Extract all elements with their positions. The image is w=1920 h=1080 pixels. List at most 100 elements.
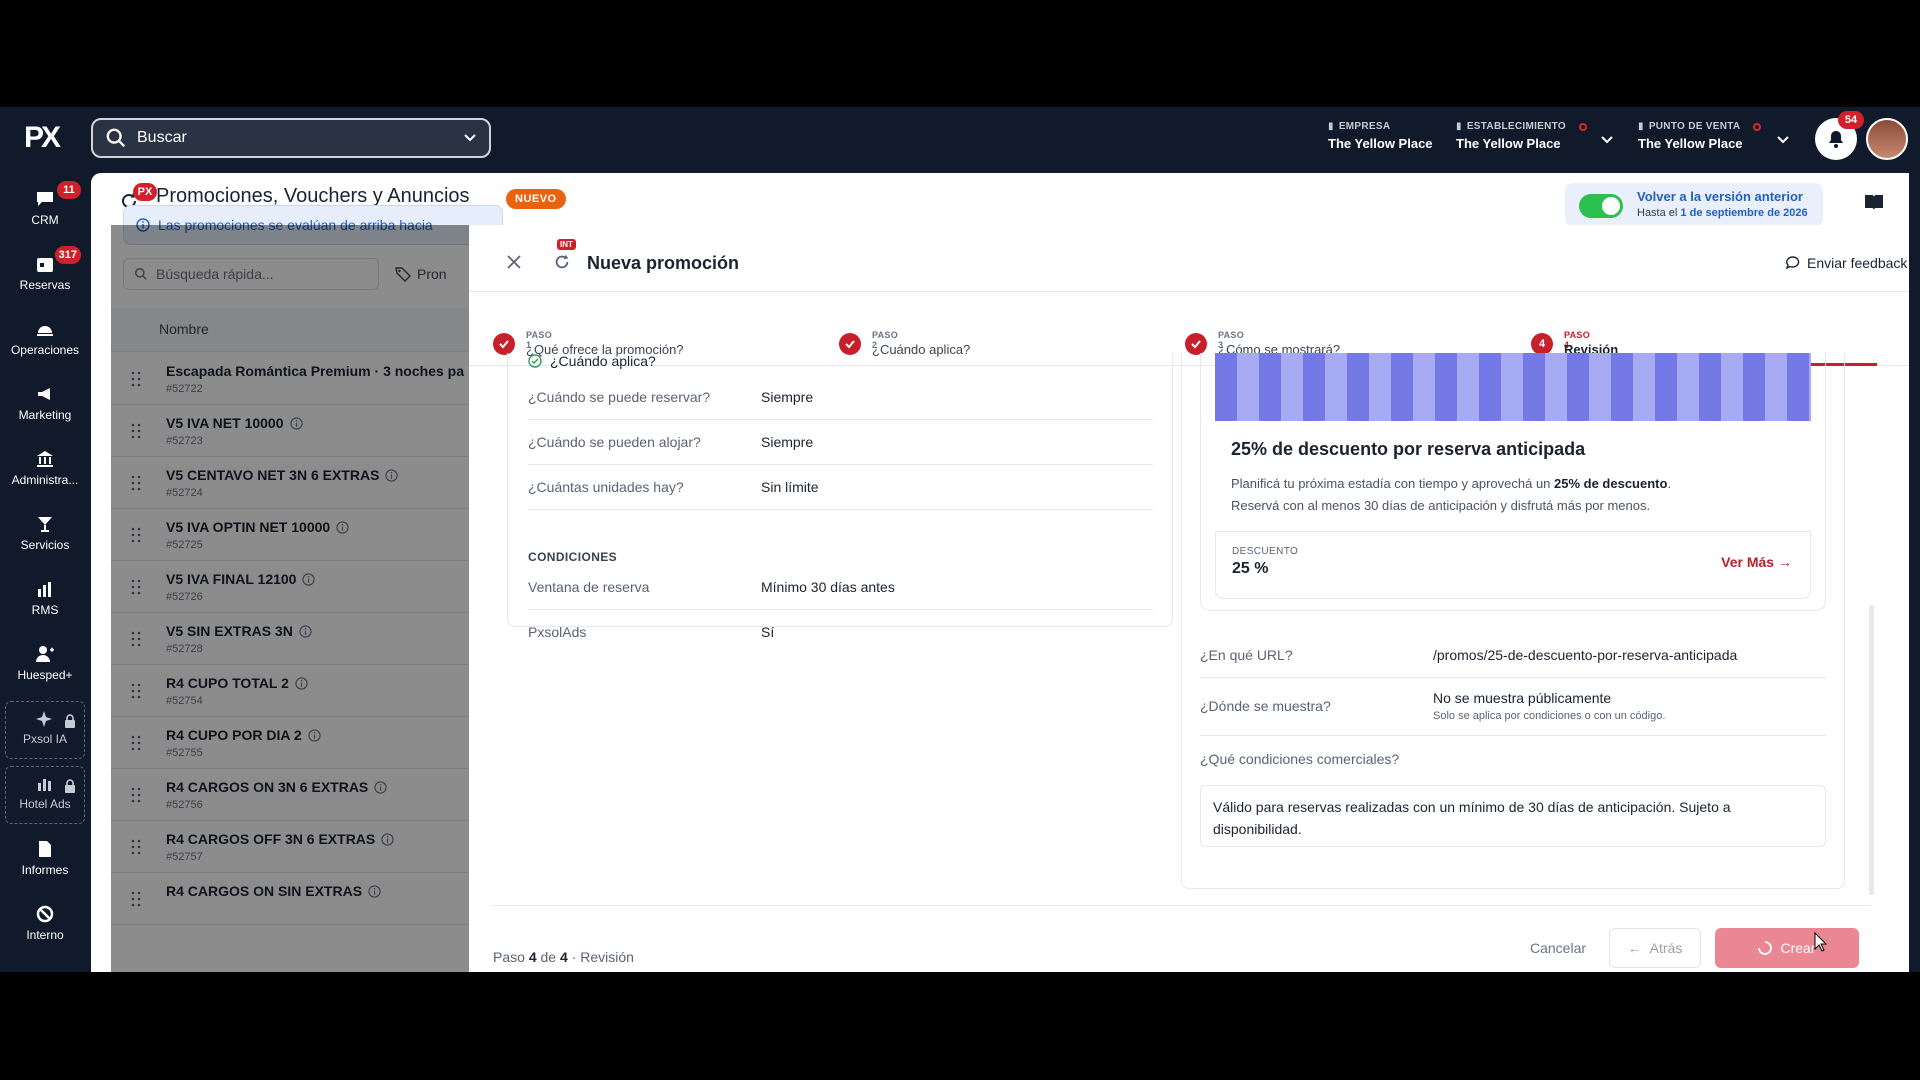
int-badge: INT (557, 239, 576, 250)
sidebar-item-rms[interactable]: RMS (5, 573, 85, 631)
sidebar-item-label: Operaciones (10, 343, 80, 357)
empresa-selector[interactable]: ▮ EMPRESA The Yellow Place (1328, 121, 1433, 151)
location-pin-icon (1753, 122, 1762, 131)
chevron-down-icon[interactable] (1776, 133, 1790, 147)
feedback-label: Enviar feedback (1807, 255, 1908, 271)
hotel-icon: ▮ (1456, 121, 1462, 132)
document-icon (39, 841, 51, 857)
avatar[interactable] (1866, 118, 1908, 160)
create-button[interactable]: Crear (1715, 928, 1859, 968)
preview-description: Planificá tu próxima estadía con tiempo … (1231, 476, 1672, 513)
condition-row: PxsolAds Sí (528, 610, 1153, 655)
sidebar-item-label: Pxsol IA (22, 732, 67, 746)
promotion-preview: 25% de descuento por reserva anticipada … (1200, 353, 1826, 611)
comment-icon (1785, 256, 1800, 270)
modal-overlay[interactable] (111, 225, 491, 972)
sidebar-item-servicios[interactable]: Servicios (5, 508, 85, 566)
drawer-title: Nueva promoción (587, 253, 740, 273)
discount-value: 25 % (1232, 560, 1269, 577)
new-promotion-drawer: INT Nueva promoción Enviar feedback PASO… (469, 225, 1909, 972)
when-row: ¿Cuándo se pueden alojar? Siempre (528, 420, 1153, 465)
new-badge: NUEVO (506, 189, 566, 209)
preview-banner (1215, 353, 1811, 421)
sidebar-item-hotel-ads[interactable]: Hotel Ads (5, 766, 85, 824)
close-icon[interactable] (505, 253, 523, 271)
chart-icon (38, 582, 51, 597)
sidebar-item-label: Huesped+ (17, 668, 73, 682)
app-logo[interactable]: PX (24, 121, 66, 161)
calendar-icon (37, 258, 53, 272)
building-icon: ▮ (1328, 121, 1334, 132)
cart-icon: ▮ (1638, 121, 1644, 132)
cancel-button[interactable]: Cancelar (1519, 928, 1597, 968)
terms-box: Válido para reservas realizadas con un m… (1200, 785, 1826, 847)
bar-chart-icon (38, 779, 51, 791)
sidebar-item-huesped[interactable]: Huesped+ (5, 638, 85, 696)
bell-service-icon (37, 326, 53, 336)
sidebar-item-crm[interactable]: CRM 11 (5, 181, 85, 241)
empresa-label: EMPRESA (1338, 121, 1391, 132)
bank-icon (37, 451, 53, 467)
row-value: Siempre (761, 389, 814, 405)
sidebar-item-informes[interactable]: Informes (5, 833, 85, 891)
row-value: Sí (761, 624, 775, 640)
ver-mas-link[interactable]: Ver Más → (1721, 554, 1792, 570)
when-row: ¿Cuándo se puede reservar? Siempre (528, 375, 1153, 420)
when-row: ¿Cuántas unidades hay? Sin límite (528, 465, 1153, 510)
row-key: ¿Qué condiciones comerciales? (1200, 751, 1400, 767)
send-feedback-button[interactable]: Enviar feedback (1785, 255, 1907, 271)
row-value: Mínimo 30 días antes (761, 579, 895, 595)
when-section-label: ¿Cuándo aplica? (550, 353, 656, 369)
sidebar-item-operaciones[interactable]: Operaciones (5, 313, 85, 371)
lock-icon (65, 714, 75, 728)
arrow-right-icon: → (1778, 554, 1792, 570)
sidebar-item-marketing[interactable]: Marketing (5, 378, 85, 436)
book-icon[interactable] (1863, 191, 1885, 213)
crm-badge: 11 (57, 181, 81, 199)
arrow-left-icon: ← (1627, 940, 1642, 956)
check-circle-icon (528, 354, 542, 368)
punto-value: The Yellow Place (1638, 136, 1743, 151)
row-value: Siempre (761, 434, 814, 450)
sparkles-icon (36, 711, 52, 727)
sidebar-item-label: Marketing (18, 408, 72, 422)
sidebar-item-label: RMS (31, 603, 59, 617)
row-value: Sin límite (761, 479, 819, 495)
lock-icon (65, 779, 75, 793)
back-button[interactable]: ← Atrás (1609, 928, 1701, 968)
sidebar-item-label: Administra... (11, 473, 79, 487)
notifications-badge: 54 (1838, 111, 1864, 129)
sidebar-item-reservas[interactable]: Reservas 317 (5, 246, 85, 306)
refresh-icon[interactable] (553, 253, 571, 271)
divider (469, 291, 1909, 292)
row-key: ¿En qué URL? (1200, 647, 1293, 663)
user-plus-icon (36, 646, 54, 662)
establecimiento-selector[interactable]: ▮ ESTABLECIMIENTO The Yellow Place (1456, 121, 1587, 151)
global-search[interactable]: Buscar (91, 118, 491, 158)
sidebar-item-interno[interactable]: Interno (5, 898, 85, 956)
preview-title: 25% de descuento por reserva anticipada (1231, 439, 1586, 459)
empresa-value: The Yellow Place (1328, 136, 1433, 151)
scrollbar[interactable] (1869, 605, 1874, 895)
condition-row: Ventana de reserva Mínimo 30 días antes (528, 565, 1153, 610)
block-icon (36, 905, 54, 923)
punto-venta-selector[interactable]: ▮ PUNTO DE VENTA The Yellow Place (1638, 121, 1762, 151)
sidebar-item-label: CRM (31, 213, 59, 227)
chevron-down-icon (464, 134, 476, 142)
old-version-title: Volver a la versión anterior (1637, 189, 1803, 204)
old-version-banner[interactable]: Volver a la versión anterior Hasta el 1 … (1565, 183, 1823, 227)
px-badge: PX (133, 183, 157, 201)
when-section-title: ¿Cuándo aplica? (528, 353, 656, 369)
search-icon (106, 128, 126, 148)
row-key: ¿Dónde se muestra? (1200, 698, 1331, 714)
sidebar-item-pxsol-ia[interactable]: Pxsol IA (5, 701, 85, 759)
spinner-icon (1758, 941, 1773, 955)
old-version-toggle[interactable] (1579, 194, 1623, 218)
sidebar-item-administracion[interactable]: Administra... (5, 443, 85, 501)
discount-label: DESCUENTO (1232, 546, 1299, 557)
establecimiento-value: The Yellow Place (1456, 136, 1561, 151)
row-value: No se muestra públicamente (1433, 690, 1612, 706)
row-key: ¿Cuándo se puede reservar? (528, 389, 711, 405)
chevron-down-icon[interactable] (1600, 133, 1614, 147)
cocktail-icon (38, 517, 52, 532)
